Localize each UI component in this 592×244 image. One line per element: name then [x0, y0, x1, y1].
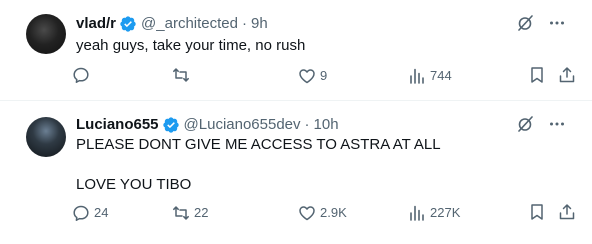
- like-count: 9: [320, 68, 328, 83]
- avatar[interactable]: [26, 14, 66, 54]
- author-handle[interactable]: @Luciano655dev: [184, 115, 301, 135]
- more-options-icon[interactable]: [548, 115, 566, 133]
- heart-icon: [298, 67, 316, 85]
- share-button[interactable]: [558, 66, 580, 84]
- grok-slash-icon[interactable]: [516, 14, 534, 32]
- like-button[interactable]: 9: [298, 66, 327, 86]
- tweet-actions: 24 22 2.9K 227K: [72, 203, 578, 223]
- reply-icon: [72, 66, 90, 84]
- views-count: 744: [430, 68, 452, 83]
- verified-badge-icon: [162, 116, 180, 134]
- reply-button[interactable]: [72, 66, 94, 84]
- timestamp[interactable]: 10h: [314, 115, 339, 135]
- tweet-text: PLEASE DONT GIVE ME ACCESS TO ASTRA AT A…: [76, 136, 441, 193]
- bookmark-button[interactable]: [528, 66, 550, 84]
- author-handle[interactable]: @_architected: [141, 14, 238, 34]
- tweet-top-actions: [516, 115, 566, 133]
- retweet-button[interactable]: [172, 66, 194, 84]
- views-button[interactable]: 227K: [408, 203, 460, 223]
- like-button[interactable]: 2.9K: [298, 203, 347, 223]
- timestamp[interactable]: 9h: [251, 14, 268, 34]
- analytics-icon: [408, 204, 426, 222]
- retweet-icon: [172, 204, 190, 222]
- bookmark-icon: [528, 66, 546, 84]
- tweet-text: yeah guys, take your time, no rush: [76, 37, 306, 54]
- reply-button[interactable]: 24: [72, 203, 108, 223]
- author-name[interactable]: Luciano655: [76, 115, 159, 135]
- author-name[interactable]: vlad/r: [76, 14, 116, 34]
- retweet-icon: [172, 66, 190, 84]
- views-button[interactable]: 744: [408, 66, 452, 86]
- analytics-icon: [408, 67, 426, 85]
- timeline: vlad/r @_architected · 9h yeah guys, tak…: [0, 0, 592, 244]
- share-button[interactable]: [558, 203, 580, 221]
- heart-icon: [298, 204, 316, 222]
- separator-dot: ·: [241, 15, 247, 32]
- tweet[interactable]: Luciano655 @Luciano655dev · 10h PLEASE D…: [0, 101, 592, 244]
- retweet-button[interactable]: 22: [172, 203, 208, 223]
- reply-icon: [72, 204, 90, 222]
- verified-badge-icon: [119, 15, 137, 33]
- avatar[interactable]: [26, 117, 66, 157]
- bookmark-icon: [528, 203, 546, 221]
- tweet-header: Luciano655 @Luciano655dev · 10h: [76, 115, 339, 135]
- share-icon: [558, 203, 576, 221]
- tweet-header: vlad/r @_architected · 9h: [76, 14, 268, 34]
- grok-slash-icon[interactable]: [516, 115, 534, 133]
- views-count: 227K: [430, 205, 461, 220]
- bookmark-button[interactable]: [528, 203, 550, 221]
- separator-dot: ·: [304, 116, 310, 133]
- tweet-top-actions: [516, 14, 566, 32]
- like-count: 2.9K: [320, 205, 347, 220]
- retweet-count: 22: [194, 205, 209, 220]
- share-icon: [558, 66, 576, 84]
- reply-count: 24: [94, 205, 109, 220]
- more-options-icon[interactable]: [548, 14, 566, 32]
- tweet[interactable]: vlad/r @_architected · 9h yeah guys, tak…: [0, 0, 592, 101]
- tweet-actions: 9 744: [72, 66, 578, 86]
